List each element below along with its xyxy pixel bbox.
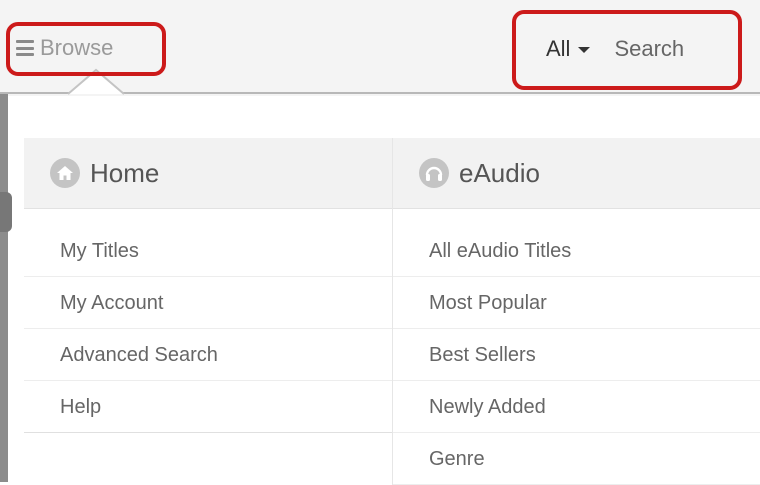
menu-item-advanced-search[interactable]: Advanced Search [24,329,392,381]
menu-item-newly-added[interactable]: Newly Added [393,381,760,433]
menu-item-genre[interactable]: Genre [393,433,760,485]
menu-item-all-eaudio-titles[interactable]: All eAudio Titles [393,225,760,277]
menu-item-most-popular[interactable]: Most Popular [393,277,760,329]
home-header: Home [24,138,392,209]
search-group: All Search [520,14,740,84]
eaudio-title: eAudio [459,157,540,188]
house-icon [50,158,80,188]
search-scope-dropdown[interactable]: All [546,36,591,62]
menu-item-help[interactable]: Help [24,381,392,433]
menu-icon [16,40,34,56]
gutter-handle[interactable] [0,192,12,232]
eaudio-column: eAudio All eAudio Titles Most Popular Be… [392,138,760,485]
caret-down-icon [578,47,591,53]
home-column: Home My Titles My Account Advanced Searc… [24,138,392,433]
eaudio-list: All eAudio Titles Most Popular Best Sell… [393,209,760,485]
home-title: Home [90,157,160,188]
menu-item-my-titles[interactable]: My Titles [24,225,392,277]
search-button[interactable]: Search [614,36,684,62]
menu-item-best-sellers[interactable]: Best Sellers [393,329,760,381]
left-gutter [0,94,8,482]
browse-button[interactable]: Browse [12,25,162,71]
eaudio-header: eAudio [393,138,760,209]
search-scope-label: All [546,36,571,61]
headphones-icon [419,158,449,188]
browse-label: Browse [40,35,114,60]
home-list: My Titles My Account Advanced Search Hel… [24,209,392,433]
menu-item-my-account[interactable]: My Account [24,277,392,329]
